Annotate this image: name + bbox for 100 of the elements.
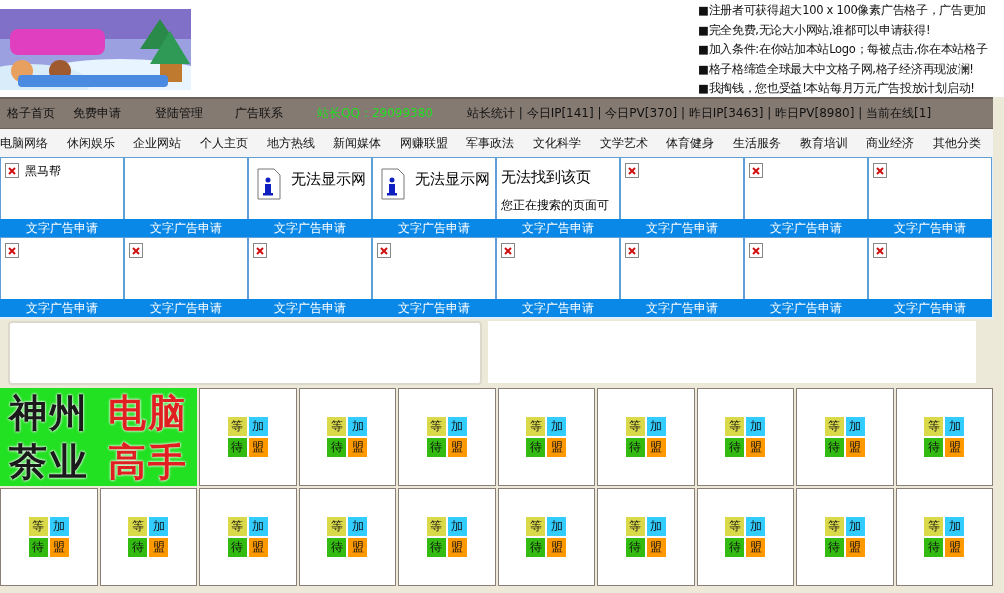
nav-link[interactable]: 广告联系 (235, 105, 283, 122)
tile-label: 待 (128, 538, 148, 557)
ad-slot[interactable]: 等 加 待 盟 (796, 388, 894, 486)
ad-text: 黑马帮 (25, 163, 61, 180)
tile-label: 加 (149, 517, 169, 536)
ad-slot[interactable]: 等 加 待 盟 (398, 488, 496, 586)
nav-link[interactable]: 格子首页 (7, 105, 55, 122)
ad-slot[interactable]: 等 加 待 盟 (895, 488, 993, 586)
category-link[interactable]: 商业经济 (866, 134, 915, 152)
tile-label: 加 (646, 517, 666, 536)
tile-label: 等 (924, 517, 944, 536)
ad-apply-link[interactable]: 文字广告申请 (0, 219, 124, 237)
error-title: 无法显示网 (415, 169, 490, 190)
category-link[interactable]: 其他分类 (932, 134, 981, 152)
tile-label: 等 (725, 517, 745, 536)
category-link[interactable]: 新闻媒体 (333, 134, 382, 152)
banner-word: 茶业 (9, 438, 90, 485)
tile-label: 等 (327, 417, 347, 436)
ad-apply-link[interactable]: 文字广告申请 (620, 299, 744, 317)
tile-label: 盟 (547, 438, 567, 457)
qq-contact: 站长QQ：29099380 (317, 105, 433, 122)
ad-apply-link[interactable]: 文字广告申请 (372, 219, 496, 237)
tile-label: 待 (625, 438, 645, 457)
ad-slot[interactable]: 等 加 待 盟 (99, 488, 197, 586)
category-link[interactable]: 生活服务 (733, 134, 782, 152)
ad-apply-link[interactable]: 文字广告申请 (124, 299, 248, 317)
tile-label: 盟 (248, 438, 268, 457)
broken-image-icon (253, 243, 267, 258)
category-link[interactable]: 企业网站 (133, 134, 182, 152)
ad-slot[interactable]: 等 加 待 盟 (597, 388, 695, 486)
ad-apply-link[interactable]: 文字广告申请 (248, 299, 372, 317)
banner-word: 电脑 (107, 389, 188, 436)
error-text: 您正在搜索的页面可 (501, 197, 610, 214)
notice-text: ■注册者可获得超大100 x 100像素广告格子，广告更加 (698, 2, 988, 19)
tile-label: 加 (646, 417, 666, 436)
nav-link[interactable]: 登陆管理 (155, 105, 203, 122)
ad-slot[interactable]: 等 加 待 盟 (597, 488, 695, 586)
tile-label: 盟 (447, 538, 467, 557)
ad-slot[interactable]: 等 加 待 盟 (497, 388, 595, 486)
ad-slot[interactable]: 等 加 待 盟 (0, 488, 98, 586)
category-link[interactable]: 休闲娱乐 (66, 134, 115, 152)
broken-image-icon (749, 243, 763, 258)
ad-slot[interactable]: 等 加 待 盟 (398, 388, 496, 486)
tile-label: 待 (824, 438, 844, 457)
ad-apply-link[interactable]: 文字广告申请 (248, 219, 372, 237)
category-link[interactable]: 文学艺术 (599, 134, 648, 152)
ad-slot[interactable]: 等 加 待 盟 (696, 488, 794, 586)
category-link[interactable]: 军事政法 (466, 134, 515, 152)
notice-text: ■完全免费,无论大小网站,谁都可以申请获得! (698, 21, 932, 39)
tile-label: 等 (725, 417, 745, 436)
category-link[interactable]: 地方热线 (266, 134, 315, 152)
tile-label: 盟 (646, 538, 666, 557)
category-link[interactable]: 文化科学 (533, 134, 582, 152)
tile-label: 盟 (945, 438, 965, 457)
banner-ad[interactable]: 神州 电脑 茶业 高手 (0, 388, 197, 486)
tile-label: 等 (625, 417, 645, 436)
ad-slot[interactable]: 等 加 待 盟 (199, 488, 297, 586)
tile-label: 加 (845, 517, 865, 536)
tile-label: 等 (426, 417, 446, 436)
tile-label: 盟 (746, 538, 766, 557)
ad-apply-link[interactable]: 文字广告申请 (0, 299, 124, 317)
ad-slot[interactable]: 等 加 待 盟 (895, 388, 993, 486)
ad-apply-link[interactable]: 文字广告申请 (496, 219, 620, 237)
category-link[interactable]: 个人主页 (199, 134, 248, 152)
broken-image-icon (129, 243, 143, 258)
tile-label: 待 (725, 538, 745, 557)
ad-slot[interactable]: 等 加 待 盟 (298, 488, 396, 586)
error-title: 无法显示网 (291, 169, 366, 190)
category-link[interactable]: 体育健身 (666, 134, 715, 152)
ad-apply-link[interactable]: 文字广告申请 (124, 219, 248, 237)
ad-slot[interactable]: 等 加 待 盟 (298, 388, 396, 486)
error-title: 无法找到该页 (501, 168, 592, 187)
tile-label: 盟 (348, 538, 368, 557)
ad-apply-link[interactable]: 文字广告申请 (620, 219, 744, 237)
category-link[interactable]: 教育培训 (799, 134, 848, 152)
tile-label: 待 (227, 438, 247, 457)
ad-apply-link[interactable]: 文字广告申请 (744, 299, 868, 317)
category-link[interactable]: 电脑网络 (0, 134, 48, 152)
ad-slot[interactable]: 等 加 待 盟 (696, 388, 794, 486)
ad-apply-link[interactable]: 文字广告申请 (496, 299, 620, 317)
nav-link[interactable]: 免费申请 (73, 105, 121, 122)
broken-image-icon (873, 243, 887, 258)
tile-label: 待 (426, 538, 446, 557)
tile-label: 盟 (149, 538, 169, 557)
tile-label: 等 (327, 517, 347, 536)
ad-slot[interactable]: 等 加 待 盟 (796, 488, 894, 586)
ad-slot[interactable]: 等 加 待 盟 (199, 388, 297, 486)
tile-label: 加 (447, 417, 467, 436)
category-link[interactable]: 网赚联盟 (399, 134, 448, 152)
tile-label: 加 (248, 417, 268, 436)
broken-image-icon (377, 243, 391, 258)
tile-label: 加 (845, 417, 865, 436)
tile-label: 待 (28, 538, 48, 557)
ad-apply-link[interactable]: 文字广告申请 (868, 299, 992, 317)
ad-apply-link[interactable]: 文字广告申请 (744, 219, 868, 237)
ad-apply-link[interactable]: 文字广告申请 (372, 299, 496, 317)
ad-slot[interactable]: 等 加 待 盟 (497, 488, 595, 586)
notice-text: ■我掏钱，您也受益!本站每月万元广告投放计划启动! (698, 80, 976, 98)
tile-label: 待 (924, 438, 944, 457)
ad-apply-link[interactable]: 文字广告申请 (868, 219, 992, 237)
